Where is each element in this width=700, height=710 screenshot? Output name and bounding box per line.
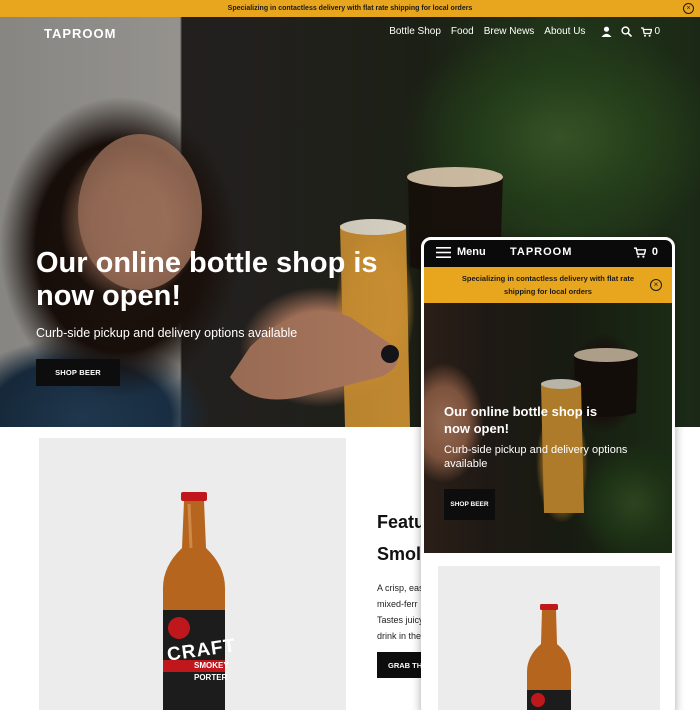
search-icon[interactable] [621,26,633,37]
mobile-menu-button[interactable]: Menu [436,246,486,258]
cart-icon [641,26,653,37]
mobile-logo[interactable]: TAPROOM [510,246,572,258]
header-icons: 0 [601,26,660,37]
hero-subtitle: Curb-side pickup and delivery options av… [36,326,298,340]
announcement-text: Specializing in contactless delivery wit… [227,5,473,12]
beer-bottle-image [527,604,571,710]
close-icon[interactable]: × [683,3,694,14]
hamburger-icon [436,246,451,258]
label-sub1: SMOKEY [194,661,229,670]
mobile-shop-beer-button[interactable]: SHOP BEER [444,489,495,520]
nav-link-bottle-shop[interactable]: Bottle Shop [389,26,441,37]
featured-product-name: Smol [377,544,422,564]
beer-bottle-image [163,492,225,710]
announcement-bar: Specializing in contactless delivery wit… [0,0,700,17]
site-header: TAPROOM Bottle Shop Food Brew News About… [0,17,700,49]
mobile-hero: Our online bottle shop is now open! Curb… [424,303,672,553]
mobile-preview: Menu TAPROOM 0 Specializing in contactle… [421,237,675,710]
cart-count: 0 [654,26,660,37]
mobile-featured-product-image[interactable] [438,566,660,710]
mobile-announcement-text: Specializing in contactless delivery wit… [461,274,635,296]
mobile-announcement-bar: Specializing in contactless delivery wit… [424,267,672,303]
site-logo[interactable]: TAPROOM [44,26,116,41]
label-sub2: PORTER [194,673,228,682]
cart-link[interactable]: 0 [641,26,660,37]
close-icon[interactable]: × [650,279,662,291]
shop-beer-button[interactable]: SHOP BEER [36,359,120,386]
mobile-cart-count: 0 [651,246,658,258]
mobile-header: Menu TAPROOM 0 [424,240,672,267]
hero-title: Our online bottle shop is now open! [36,247,378,312]
mobile-hero-title: Our online bottle shop is now open! [444,404,598,436]
cart-icon [633,246,646,258]
featured-product-image[interactable]: CRAFT SMOKEY PORTER [39,438,346,710]
nav-link-about-us[interactable]: About Us [544,26,585,37]
account-icon[interactable] [601,26,612,37]
menu-label: Menu [457,246,486,258]
nav-link-food[interactable]: Food [451,26,474,37]
main-nav: Bottle Shop Food Brew News About Us 0 [389,26,660,37]
mobile-hero-subtitle: Curb-side pickup and delivery options av… [444,444,628,470]
mobile-cart-link[interactable]: 0 [633,246,658,258]
nav-link-brew-news[interactable]: Brew News [484,26,535,37]
featured-heading: Featu [377,512,426,532]
